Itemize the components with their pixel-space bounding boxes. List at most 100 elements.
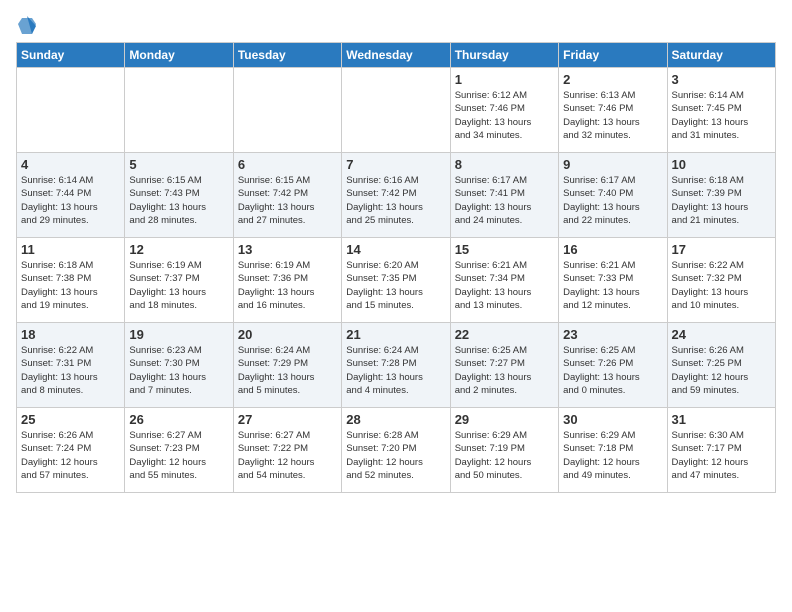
- weekday-header-tuesday: Tuesday: [233, 43, 341, 68]
- day-info: Sunrise: 6:27 AM Sunset: 7:23 PM Dayligh…: [129, 429, 228, 482]
- day-info: Sunrise: 6:27 AM Sunset: 7:22 PM Dayligh…: [238, 429, 337, 482]
- logo: [16, 16, 36, 30]
- day-number: 30: [563, 412, 662, 427]
- day-info: Sunrise: 6:26 AM Sunset: 7:25 PM Dayligh…: [672, 344, 771, 397]
- day-number: 2: [563, 72, 662, 87]
- day-info: Sunrise: 6:17 AM Sunset: 7:41 PM Dayligh…: [455, 174, 554, 227]
- day-number: 15: [455, 242, 554, 257]
- day-number: 31: [672, 412, 771, 427]
- day-info: Sunrise: 6:12 AM Sunset: 7:46 PM Dayligh…: [455, 89, 554, 142]
- day-cell: 10Sunrise: 6:18 AM Sunset: 7:39 PM Dayli…: [667, 153, 775, 238]
- day-info: Sunrise: 6:18 AM Sunset: 7:39 PM Dayligh…: [672, 174, 771, 227]
- day-info: Sunrise: 6:19 AM Sunset: 7:37 PM Dayligh…: [129, 259, 228, 312]
- day-number: 12: [129, 242, 228, 257]
- day-cell: 6 Sunrise: 6:15 AM Sunset: 7:42 PM Daylig…: [233, 153, 341, 238]
- day-info: Sunrise: 6:18 AM Sunset: 7:38 PM Dayligh…: [21, 259, 120, 312]
- day-number: 23: [563, 327, 662, 342]
- day-cell: 21 Sunrise: 6:24 AM Sunset: 7:28 PM Dayli…: [342, 323, 450, 408]
- day-cell: [17, 68, 125, 153]
- day-info: Sunrise: 6:28 AM Sunset: 7:20 PM Dayligh…: [346, 429, 445, 482]
- day-cell: 20 Sunrise: 6:24 AM Sunset: 7:29 PM Dayli…: [233, 323, 341, 408]
- day-info: Sunrise: 6:22 AM Sunset: 7:31 PM Dayligh…: [21, 344, 120, 397]
- day-info: Sunrise: 6:26 AM Sunset: 7:24 PM Dayligh…: [21, 429, 120, 482]
- day-info: Sunrise: 6:15 AM Sunset: 7:42 PM Dayligh…: [238, 174, 337, 227]
- day-info: Sunrise: 6:25 AM Sunset: 7:27 PM Dayligh…: [455, 344, 554, 397]
- day-info: Sunrise: 6:21 AM Sunset: 7:33 PM Dayligh…: [563, 259, 662, 312]
- day-number: 7: [346, 157, 445, 172]
- day-info: Sunrise: 6:21 AM Sunset: 7:34 PM Dayligh…: [455, 259, 554, 312]
- day-cell: 2 Sunrise: 6:13 AM Sunset: 7:46 PM Daylig…: [559, 68, 667, 153]
- day-cell: 24Sunrise: 6:26 AM Sunset: 7:25 PM Dayli…: [667, 323, 775, 408]
- day-info: Sunrise: 6:24 AM Sunset: 7:28 PM Dayligh…: [346, 344, 445, 397]
- day-info: Sunrise: 6:14 AM Sunset: 7:44 PM Dayligh…: [21, 174, 120, 227]
- day-cell: 17 Sunrise: 6:22 AM Sunset: 7:32 PM Dayli…: [667, 238, 775, 323]
- day-cell: [125, 68, 233, 153]
- day-cell: [342, 68, 450, 153]
- week-row-3: 11 Sunrise: 6:18 AM Sunset: 7:38 PM Dayli…: [17, 238, 776, 323]
- day-number: 14: [346, 242, 445, 257]
- day-number: 8: [455, 157, 554, 172]
- day-info: Sunrise: 6:29 AM Sunset: 7:19 PM Dayligh…: [455, 429, 554, 482]
- day-info: Sunrise: 6:17 AM Sunset: 7:40 PM Dayligh…: [563, 174, 662, 227]
- day-cell: 22 Sunrise: 6:25 AM Sunset: 7:27 PM Dayli…: [450, 323, 558, 408]
- day-number: 21: [346, 327, 445, 342]
- day-cell: 29Sunrise: 6:29 AM Sunset: 7:19 PM Dayli…: [450, 408, 558, 493]
- day-number: 11: [21, 242, 120, 257]
- day-cell: 14 Sunrise: 6:20 AM Sunset: 7:35 PM Dayli…: [342, 238, 450, 323]
- weekday-header-wednesday: Wednesday: [342, 43, 450, 68]
- day-number: 16: [563, 242, 662, 257]
- week-row-1: 1 Sunrise: 6:12 AM Sunset: 7:46 PM Daylig…: [17, 68, 776, 153]
- day-info: Sunrise: 6:25 AM Sunset: 7:26 PM Dayligh…: [563, 344, 662, 397]
- weekday-header-sunday: Sunday: [17, 43, 125, 68]
- day-number: 17: [672, 242, 771, 257]
- day-cell: 16 Sunrise: 6:21 AM Sunset: 7:33 PM Dayli…: [559, 238, 667, 323]
- day-info: Sunrise: 6:13 AM Sunset: 7:46 PM Dayligh…: [563, 89, 662, 142]
- header: [16, 16, 776, 30]
- day-info: Sunrise: 6:22 AM Sunset: 7:32 PM Dayligh…: [672, 259, 771, 312]
- weekday-header-monday: Monday: [125, 43, 233, 68]
- day-cell: 13 Sunrise: 6:19 AM Sunset: 7:36 PM Dayli…: [233, 238, 341, 323]
- day-cell: 23 Sunrise: 6:25 AM Sunset: 7:26 PM Dayli…: [559, 323, 667, 408]
- day-number: 28: [346, 412, 445, 427]
- weekday-header-saturday: Saturday: [667, 43, 775, 68]
- logo-icon: [18, 16, 36, 34]
- day-cell: 31 Sunrise: 6:30 AM Sunset: 7:17 PM Dayli…: [667, 408, 775, 493]
- day-number: 26: [129, 412, 228, 427]
- day-cell: 28 Sunrise: 6:28 AM Sunset: 7:20 PM Dayli…: [342, 408, 450, 493]
- day-cell: 5Sunrise: 6:15 AM Sunset: 7:43 PM Daylig…: [125, 153, 233, 238]
- day-cell: 4 Sunrise: 6:14 AM Sunset: 7:44 PM Daylig…: [17, 153, 125, 238]
- day-number: 22: [455, 327, 554, 342]
- day-cell: 18 Sunrise: 6:22 AM Sunset: 7:31 PM Dayli…: [17, 323, 125, 408]
- day-info: Sunrise: 6:29 AM Sunset: 7:18 PM Dayligh…: [563, 429, 662, 482]
- day-info: Sunrise: 6:14 AM Sunset: 7:45 PM Dayligh…: [672, 89, 771, 142]
- day-cell: 27Sunrise: 6:27 AM Sunset: 7:22 PM Dayli…: [233, 408, 341, 493]
- day-cell: 11 Sunrise: 6:18 AM Sunset: 7:38 PM Dayli…: [17, 238, 125, 323]
- day-number: 20: [238, 327, 337, 342]
- day-info: Sunrise: 6:16 AM Sunset: 7:42 PM Dayligh…: [346, 174, 445, 227]
- day-cell: 12 Sunrise: 6:19 AM Sunset: 7:37 PM Dayli…: [125, 238, 233, 323]
- day-number: 19: [129, 327, 228, 342]
- day-info: Sunrise: 6:20 AM Sunset: 7:35 PM Dayligh…: [346, 259, 445, 312]
- day-info: Sunrise: 6:24 AM Sunset: 7:29 PM Dayligh…: [238, 344, 337, 397]
- day-info: Sunrise: 6:19 AM Sunset: 7:36 PM Dayligh…: [238, 259, 337, 312]
- weekday-header-row: SundayMondayTuesdayWednesdayThursdayFrid…: [17, 43, 776, 68]
- day-info: Sunrise: 6:23 AM Sunset: 7:30 PM Dayligh…: [129, 344, 228, 397]
- day-number: 6: [238, 157, 337, 172]
- day-cell: 30 Sunrise: 6:29 AM Sunset: 7:18 PM Dayli…: [559, 408, 667, 493]
- weekday-header-friday: Friday: [559, 43, 667, 68]
- day-info: Sunrise: 6:30 AM Sunset: 7:17 PM Dayligh…: [672, 429, 771, 482]
- day-number: 9: [563, 157, 662, 172]
- day-cell: 8 Sunrise: 6:17 AM Sunset: 7:41 PM Daylig…: [450, 153, 558, 238]
- day-cell: 19 Sunrise: 6:23 AM Sunset: 7:30 PM Dayli…: [125, 323, 233, 408]
- day-cell: 15 Sunrise: 6:21 AM Sunset: 7:34 PM Dayli…: [450, 238, 558, 323]
- week-row-4: 18 Sunrise: 6:22 AM Sunset: 7:31 PM Dayli…: [17, 323, 776, 408]
- day-number: 5: [129, 157, 228, 172]
- day-number: 13: [238, 242, 337, 257]
- day-number: 4: [21, 157, 120, 172]
- day-cell: 3Sunrise: 6:14 AM Sunset: 7:45 PM Daylig…: [667, 68, 775, 153]
- week-row-2: 4 Sunrise: 6:14 AM Sunset: 7:44 PM Daylig…: [17, 153, 776, 238]
- week-row-5: 25Sunrise: 6:26 AM Sunset: 7:24 PM Dayli…: [17, 408, 776, 493]
- day-cell: 1 Sunrise: 6:12 AM Sunset: 7:46 PM Daylig…: [450, 68, 558, 153]
- day-number: 1: [455, 72, 554, 87]
- day-number: 18: [21, 327, 120, 342]
